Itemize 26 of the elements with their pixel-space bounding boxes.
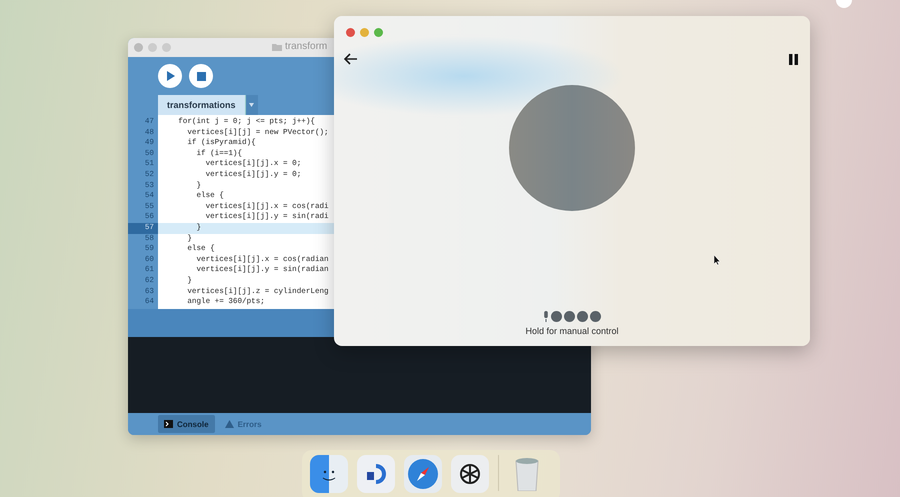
caret-icon [249, 103, 254, 107]
microphone-icon [543, 311, 549, 322]
panel-tab[interactable]: Console [158, 415, 215, 433]
code-editor[interactable] [128, 115, 334, 309]
zoom-icon[interactable] [374, 28, 383, 37]
run-button[interactable] [158, 64, 182, 88]
app-icon[interactable] [357, 455, 395, 493]
back-arrow-icon[interactable] [344, 53, 358, 65]
status-text: Hold for manual control [525, 326, 619, 336]
stop-icon [196, 72, 206, 80]
warning-icon [224, 420, 234, 428]
tab-menu-button[interactable] [244, 95, 258, 115]
terminal-icon [164, 420, 173, 428]
play-icon [166, 71, 174, 81]
face-icon[interactable] [310, 455, 348, 493]
sketch-tab[interactable]: transformations [158, 95, 245, 115]
close-icon[interactable] [346, 28, 355, 37]
audio-level-drawing [551, 311, 601, 322]
stop-button[interactable] [189, 64, 213, 88]
panel-tab[interactable]: Errors [218, 415, 268, 433]
window-title: transform [285, 41, 328, 52]
compass-icon[interactable] [404, 455, 442, 493]
pause-icon[interactable] [789, 54, 798, 64]
folder-icon [272, 42, 282, 50]
minimize-icon[interactable] [360, 28, 369, 37]
mouse-pointer-icon [714, 255, 721, 265]
